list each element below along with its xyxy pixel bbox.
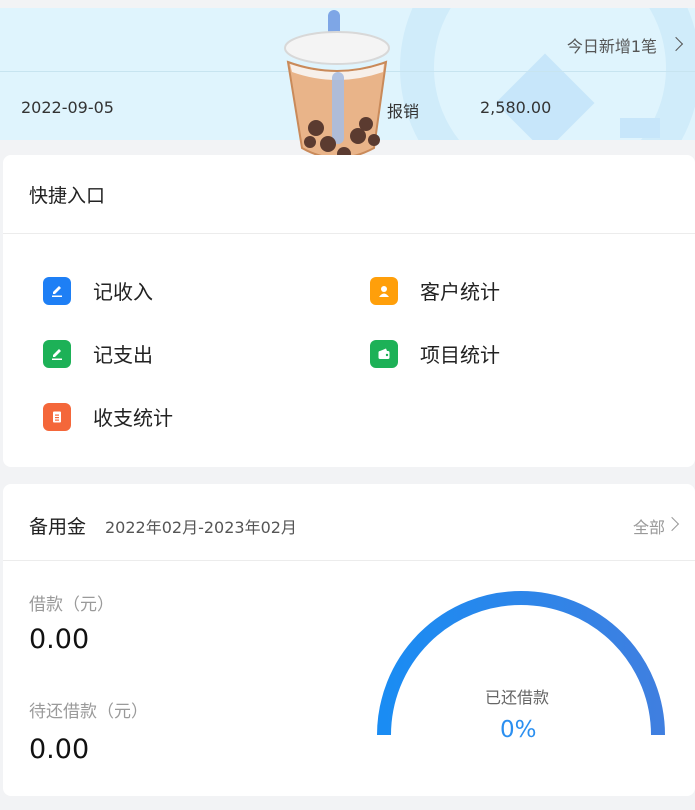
quick-item-label: 项目统计 xyxy=(420,343,500,367)
borrow-label: 借款（元） xyxy=(29,595,114,615)
quick-entry-title: 快捷入口 xyxy=(29,185,106,207)
view-all-link[interactable]: 全部 xyxy=(633,514,665,538)
date-range: 2022年02月-2023年02月 xyxy=(105,518,297,537)
divider xyxy=(3,233,695,234)
gauge-title: 已还借款 xyxy=(485,688,550,707)
quick-item-label: 记收入 xyxy=(93,280,153,304)
petty-cash-title: 备用金 xyxy=(29,516,87,538)
quick-item-project-stats[interactable]: 项目统计 xyxy=(370,339,500,368)
chevron-right-icon[interactable] xyxy=(668,36,684,52)
wallet-icon xyxy=(370,339,398,368)
gauge-percent: 0% xyxy=(500,717,537,743)
document-icon xyxy=(43,402,71,431)
record-amount: 2,580.00 xyxy=(480,98,552,117)
quick-item-income-expense-stats[interactable]: 收支统计 xyxy=(43,402,173,431)
edit-icon xyxy=(43,339,71,368)
divider xyxy=(3,560,695,561)
record-date: 2022-09-05 xyxy=(21,98,114,117)
pending-value: 0.00 xyxy=(29,734,90,765)
petty-cash-card: 备用金 2022年02月-2023年02月 全部 借款（元） 0.00 待还借款… xyxy=(3,484,695,796)
quick-item-label: 客户统计 xyxy=(420,280,500,304)
today-new-count[interactable]: 今日新增1笔 xyxy=(567,33,657,57)
quick-item-label: 收支统计 xyxy=(93,406,173,430)
person-icon xyxy=(370,276,398,305)
pending-label: 待还借款（元） xyxy=(29,702,148,722)
quick-entry-card: 快捷入口 记收入 客户统计 记支出 项目统计 收支统计 xyxy=(3,155,695,467)
quick-item-record-income[interactable]: 记收入 xyxy=(43,276,153,305)
repayment-gauge xyxy=(377,591,665,736)
edit-icon xyxy=(43,276,71,305)
banner-decoration xyxy=(620,118,660,138)
quick-item-record-expense[interactable]: 记支出 xyxy=(43,339,153,368)
borrow-value: 0.00 xyxy=(29,624,90,655)
chevron-right-icon[interactable] xyxy=(664,516,680,532)
quick-item-customer-stats[interactable]: 客户统计 xyxy=(370,276,500,305)
quick-item-label: 记支出 xyxy=(93,343,153,367)
bubble-tea-sticker[interactable] xyxy=(280,8,395,168)
